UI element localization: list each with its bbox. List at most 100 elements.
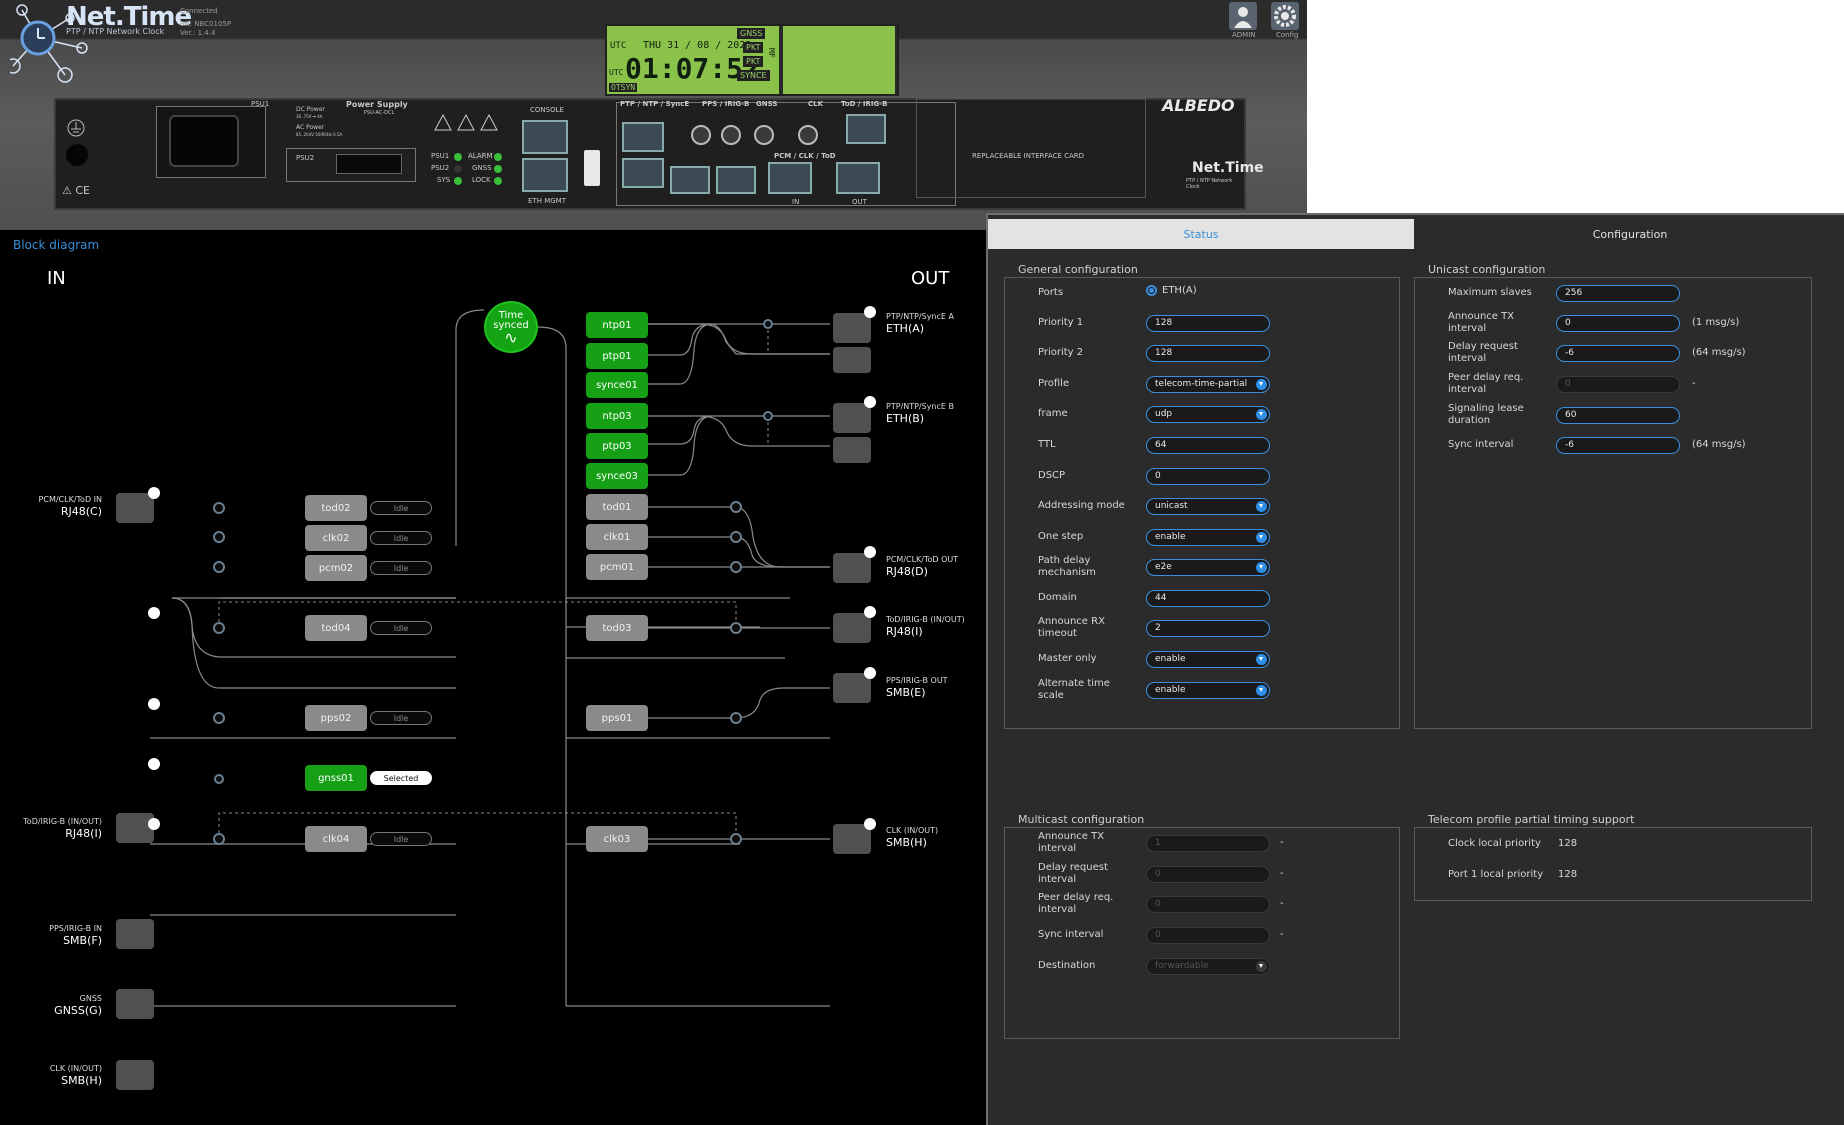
node-pcm01[interactable]: pcm01 xyxy=(586,554,648,580)
config-label: Config xyxy=(1276,31,1299,39)
announce-tx-input[interactable]: 0 xyxy=(1556,315,1680,332)
pps-group-label: PPS / IRIG-B xyxy=(702,100,750,108)
wrench-icon[interactable] xyxy=(864,546,876,558)
mc-announce-tx-input[interactable]: 1 xyxy=(1146,835,1270,852)
console-label: CONSOLE xyxy=(530,106,564,114)
mc-sync-interval-input[interactable]: 0 xyxy=(1146,927,1270,944)
wrench-icon[interactable] xyxy=(864,606,876,618)
max-slaves-input[interactable]: 256 xyxy=(1556,285,1680,302)
wrench-icon[interactable] xyxy=(148,487,160,499)
output-rj48d-port[interactable] xyxy=(833,553,871,583)
input-port: SMB(H) xyxy=(61,1074,102,1087)
clock-local-priority-value: 128 xyxy=(1558,838,1578,849)
node-ntp01[interactable]: ntp01 xyxy=(586,312,648,338)
output-eth-a-port-2[interactable] xyxy=(833,347,871,373)
mc-announce-tx-unit: - xyxy=(1280,837,1284,848)
tab-configuration[interactable]: Configuration xyxy=(1414,219,1844,249)
sync-interval-input[interactable]: -6 xyxy=(1556,437,1680,454)
led-label-psu2: PSU2 xyxy=(431,164,450,172)
node-clk04[interactable]: clk04 xyxy=(305,826,367,852)
node-pps01[interactable]: pps01 xyxy=(586,705,648,731)
ports-label: Ports xyxy=(1038,287,1064,298)
mc-peer-delay-input[interactable]: 0 xyxy=(1146,896,1270,913)
config-button[interactable] xyxy=(1271,2,1299,30)
node-clk01[interactable]: clk01 xyxy=(586,524,648,550)
addressing-mode-label: Addressing mode xyxy=(1038,500,1125,511)
alarm-led xyxy=(494,153,502,161)
device-header: Net.Time PTP / NTP Network Clock Connect… xyxy=(0,0,1307,230)
mc-delay-req-input[interactable]: 0 xyxy=(1146,866,1270,883)
wrench-icon[interactable] xyxy=(148,698,160,710)
master-only-select[interactable]: enable xyxy=(1146,651,1270,668)
announce-tx-unit: (1 msg/s) xyxy=(1692,317,1740,328)
node-synce03[interactable]: synce03 xyxy=(586,463,648,489)
peer-delay-input[interactable]: 0 xyxy=(1556,376,1680,393)
eth-b-port xyxy=(622,158,664,188)
wrench-icon[interactable] xyxy=(864,667,876,679)
announce-rx-input[interactable]: 2 xyxy=(1146,620,1270,637)
node-synce01[interactable]: synce01 xyxy=(586,372,648,398)
ptp-group-label: PTP / NTP / SyncE xyxy=(620,100,690,108)
output-port: ETH(A) xyxy=(886,322,925,335)
admin-button[interactable] xyxy=(1229,2,1257,30)
node-ptp01[interactable]: ptp01 xyxy=(586,343,648,369)
node-tod02[interactable]: tod02 xyxy=(305,495,367,521)
input-gnss-port[interactable] xyxy=(116,989,154,1019)
addressing-mode-select[interactable]: unicast xyxy=(1146,498,1270,515)
app-subtitle: PTP / NTP Network Clock xyxy=(66,27,165,36)
frame-select[interactable]: udp xyxy=(1146,406,1270,423)
wrench-icon[interactable] xyxy=(148,818,160,830)
signaling-lease-input[interactable]: 60 xyxy=(1556,407,1680,424)
input-smbf-port[interactable] xyxy=(116,919,154,949)
port-eth-a-radio[interactable] xyxy=(1146,285,1157,296)
tab-status[interactable]: Status xyxy=(988,219,1414,249)
wrench-icon[interactable] xyxy=(864,818,876,830)
ttl-input[interactable]: 64 xyxy=(1146,437,1270,454)
node-clk03[interactable]: clk03 xyxy=(586,826,648,852)
lock-icon xyxy=(864,396,876,408)
path-delay-select[interactable]: e2e xyxy=(1146,559,1270,576)
lcd-tag-pkt: PKT xyxy=(743,42,764,53)
priority2-input[interactable]: 128 xyxy=(1146,345,1270,362)
domain-input[interactable]: 44 xyxy=(1146,590,1270,607)
delay-req-label: Delay request interval xyxy=(1448,341,1518,364)
output-name: PTP/NTP/SyncE A xyxy=(886,312,954,321)
node-clk02[interactable]: clk02 xyxy=(305,525,367,551)
delay-req-unit: (64 msg/s) xyxy=(1692,347,1746,358)
node-tod03[interactable]: tod03 xyxy=(586,615,648,641)
input-smbh-port[interactable] xyxy=(116,1060,154,1090)
app-window: Net.Time PTP / NTP Network Clock Connect… xyxy=(0,0,1844,1125)
wrench-icon[interactable] xyxy=(148,607,160,619)
node-tod04[interactable]: tod04 xyxy=(305,615,367,641)
priority1-input[interactable]: 128 xyxy=(1146,315,1270,332)
output-eth-a-port[interactable] xyxy=(833,313,871,343)
node-pcm02[interactable]: pcm02 xyxy=(305,555,367,581)
input-label-smbh: CLK (IN/OUT) SMB(H) xyxy=(20,1064,102,1087)
alternate-time-select[interactable]: enable xyxy=(1146,682,1270,699)
lcd-tag-synce: SYNCE xyxy=(737,70,770,81)
dscp-input[interactable]: 0 xyxy=(1146,468,1270,485)
output-eth-b-port[interactable] xyxy=(833,403,871,433)
node-gnss01[interactable]: gnss01 xyxy=(305,765,367,791)
delay-req-input[interactable]: -6 xyxy=(1556,345,1680,362)
output-port: ETH(B) xyxy=(886,412,925,425)
node-tod04-state: Idle xyxy=(370,621,432,635)
node-pps02-state: Idle xyxy=(370,711,432,725)
output-label-smbe: PPS/IRIG-B OUT SMB(E) xyxy=(886,676,986,699)
output-rj48i-port[interactable] xyxy=(833,613,871,643)
ground-icon xyxy=(67,119,85,137)
mc-destination-select[interactable]: forwardable xyxy=(1146,958,1270,975)
node-ntp03[interactable]: ntp03 xyxy=(586,403,648,429)
node-tod01[interactable]: tod01 xyxy=(586,494,648,520)
lcd-tag-gnss: GNSS xyxy=(737,28,766,39)
node-ptp03[interactable]: ptp03 xyxy=(586,433,648,459)
input-rj48c-port[interactable] xyxy=(116,493,154,523)
output-eth-b-port-2[interactable] xyxy=(833,437,871,463)
signaling-lease-label: Signaling lease duration xyxy=(1448,403,1524,426)
sync-interval-label: Sync interval xyxy=(1448,439,1514,450)
one-step-select[interactable]: enable xyxy=(1146,529,1270,546)
node-pps02[interactable]: pps02 xyxy=(305,705,367,731)
input-rj48i-port[interactable] xyxy=(116,813,154,843)
profile-select[interactable]: telecom-time-partial xyxy=(1146,376,1270,393)
node-tod02-state: Idle xyxy=(370,501,432,515)
